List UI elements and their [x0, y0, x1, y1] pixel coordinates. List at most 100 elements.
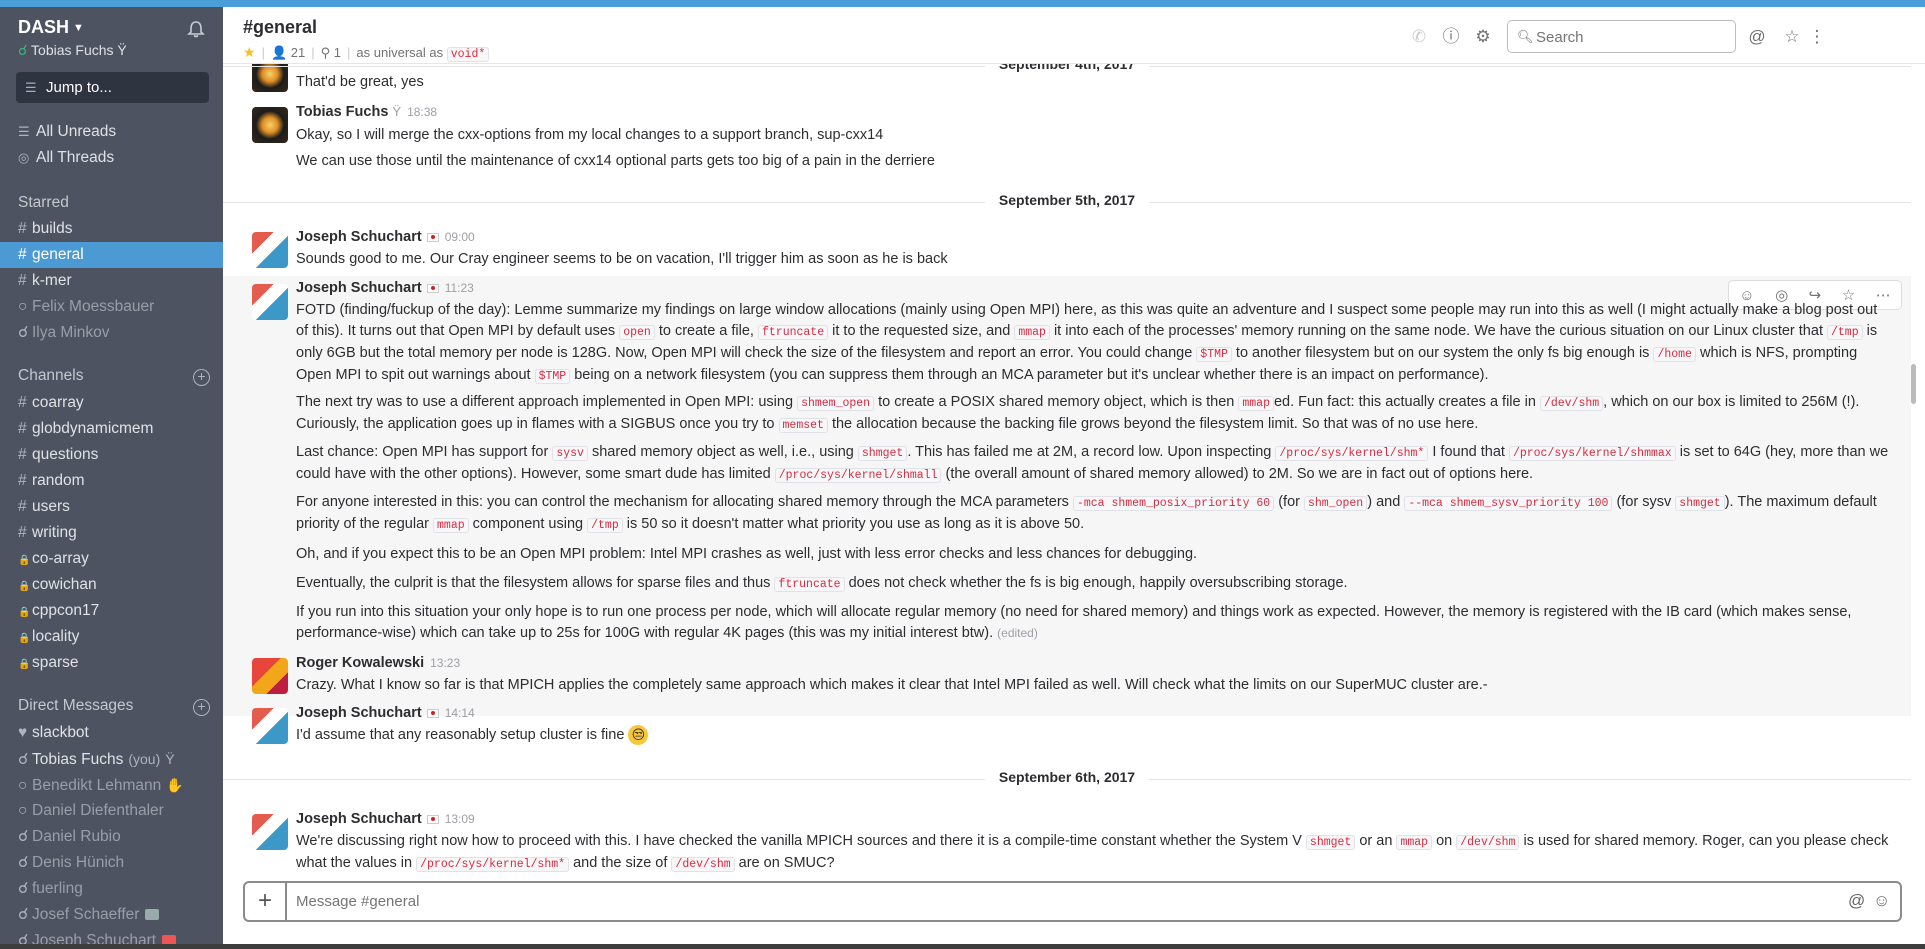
- pin-icon[interactable]: ⚲: [321, 45, 331, 60]
- channels-header[interactable]: Channels: [18, 367, 84, 385]
- message-header: Joseph Schuchart 11:23: [296, 280, 474, 296]
- info-icon[interactable]: ⓘ: [1441, 27, 1461, 47]
- window-bottom-bar: [0, 944, 1925, 949]
- avatar[interactable]: [252, 284, 288, 320]
- avatar[interactable]: [252, 232, 288, 268]
- sidebar-item-daniel-rubio[interactable]: ☌ Daniel Rubio: [0, 824, 223, 850]
- sidebar-item-random[interactable]: # random: [0, 468, 223, 494]
- sidebar-item-felix-moessbauer[interactable]: ○ Felix Moessbauer: [0, 294, 223, 320]
- avatar[interactable]: [252, 107, 288, 143]
- attach-plus-button[interactable]: +: [245, 883, 287, 920]
- sender-name[interactable]: Joseph Schuchart: [296, 280, 422, 296]
- nav-all-threads[interactable]: ◎ All Threads: [18, 149, 114, 167]
- message-text: We're discussing right now how to procee…: [296, 833, 1889, 872]
- current-user[interactable]: ☌ Tobias Fuchs Ÿ: [18, 42, 127, 59]
- team-name-menu[interactable]: DASH ▼: [18, 17, 84, 38]
- sidebar-item-benedikt-lehmann[interactable]: ○ Benedikt Lehmann ✋: [0, 772, 223, 798]
- sidebar-item-denis-hunich[interactable]: ☌ Denis Hünich: [0, 850, 223, 876]
- avatar[interactable]: [252, 708, 288, 744]
- flag-icon: [426, 283, 439, 293]
- notifications-bell-icon[interactable]: [186, 19, 206, 39]
- tool-icon: Ÿ: [117, 42, 127, 58]
- sidebar-item-locality[interactable]: 🔒locality: [0, 624, 223, 650]
- sidebar-item-slackbot[interactable]: ♥ slackbot: [0, 720, 223, 746]
- emoji-picker-icon[interactable]: ☺: [1873, 891, 1890, 911]
- timestamp[interactable]: 18:38: [407, 105, 437, 119]
- add-dm-button[interactable]: +: [193, 699, 210, 716]
- sidebar-item-tobias-fuchs[interactable]: ☌ Tobias Fuchs (you) Ÿ: [0, 746, 223, 772]
- mentions-icon[interactable]: @: [1747, 27, 1767, 47]
- message-input[interactable]: [296, 891, 1816, 911]
- message-header: Tobias Fuchs Ÿ 18:38: [296, 104, 437, 120]
- jump-search-icon: ☰: [25, 80, 37, 95]
- more-vertical-icon[interactable]: ⋮: [1807, 27, 1827, 47]
- message-paragraph: If you run into this situation your only…: [296, 604, 1852, 641]
- nav-all-unreads[interactable]: ☰ All Unreads: [18, 123, 116, 141]
- message-list[interactable]: September 4th, 2017 That'd be great, yes…: [223, 64, 1911, 876]
- sender-name[interactable]: Roger Kowalewski: [296, 655, 424, 671]
- sidebar-item-globdynamicmem[interactable]: # globdynamicmem: [0, 416, 223, 442]
- sidebar-item-daniel-diefenthaler[interactable]: ○ Daniel Diefenthaler: [0, 798, 223, 824]
- unamused-face-emoji[interactable]: 😒: [628, 725, 649, 746]
- sidebar-item-co-array[interactable]: 🔒co-array: [0, 546, 223, 572]
- sender-name[interactable]: Joseph Schuchart: [296, 705, 422, 721]
- message-text: Sounds good to me. Our Cray engineer see…: [296, 251, 948, 267]
- member-count[interactable]: 21: [291, 45, 305, 60]
- sender-name[interactable]: Joseph Schuchart: [296, 811, 422, 827]
- sidebar-item-builds[interactable]: # builds: [0, 216, 223, 242]
- flag-icon: [426, 708, 439, 718]
- starred-items-icon[interactable]: ☆: [1782, 27, 1802, 47]
- message-paragraph: Last chance: Open MPI has support for sy…: [296, 444, 1889, 483]
- chevron-down-icon: ▼: [73, 22, 84, 34]
- tool-icon: Ÿ: [165, 751, 175, 767]
- timestamp[interactable]: 13:09: [445, 812, 475, 826]
- add-channel-button[interactable]: +: [193, 369, 210, 386]
- message-text: Okay, so I will merge the cxx-options fr…: [296, 127, 884, 143]
- sidebar-item-k-mer[interactable]: # k-mer: [0, 268, 223, 294]
- message-composer: + @ ☺: [243, 881, 1902, 922]
- timestamp[interactable]: 11:23: [445, 281, 474, 295]
- sender-name[interactable]: Joseph Schuchart: [296, 229, 422, 245]
- timestamp[interactable]: 14:14: [445, 706, 475, 720]
- sender-name[interactable]: Tobias Fuchs: [296, 104, 388, 120]
- channel-topic[interactable]: as universal as: [356, 45, 443, 60]
- message: Joseph Schuchart 13:09 We're discussing r…: [223, 808, 1911, 876]
- pin-count[interactable]: 1: [334, 45, 341, 60]
- sidebar-item-general[interactable]: # general: [0, 242, 223, 268]
- members-icon[interactable]: 👤: [271, 45, 287, 60]
- timestamp[interactable]: 09:00: [445, 230, 475, 244]
- window-top-bar: [0, 0, 1925, 7]
- timestamp[interactable]: 13:23: [430, 656, 460, 670]
- avatar[interactable]: [252, 658, 288, 694]
- message-scrollbar[interactable]: [1911, 364, 1916, 404]
- date-divider: September 6th, 2017: [223, 769, 1911, 789]
- sidebar-item-users[interactable]: # users: [0, 494, 223, 520]
- sidebar-item-cppcon17[interactable]: 🔒cppcon17: [0, 598, 223, 624]
- sidebar-item-coarray[interactable]: # coarray: [0, 390, 223, 416]
- unreads-icon: ☰: [18, 124, 30, 139]
- message-highlighted: ☺ ◎ ↪ ☆ ⋯ Joseph Schuchart 11:23 FOTD (fi…: [223, 276, 1911, 716]
- message: Tobias Fuchs Ÿ 18:38 Okay, so I will merge…: [223, 100, 1911, 169]
- direct-messages-header[interactable]: Direct Messages: [18, 697, 133, 715]
- gear-icon[interactable]: ⚙: [1473, 27, 1493, 47]
- channel-title[interactable]: #general: [243, 17, 317, 38]
- phone-icon[interactable]: ✆: [1409, 27, 1429, 47]
- mention-icon[interactable]: @: [1848, 891, 1865, 911]
- sidebar-item-sparse[interactable]: 🔒sparse: [0, 650, 223, 676]
- search-input[interactable]: [1536, 27, 1726, 47]
- sidebar-item-writing[interactable]: # writing: [0, 520, 223, 546]
- sidebar-item-questions[interactable]: # questions: [0, 442, 223, 468]
- threads-icon: ◎: [18, 150, 30, 165]
- jump-to-button[interactable]: ☰ Jump to...: [16, 72, 209, 103]
- sidebar-item-ilya-minkov[interactable]: ☌ Ilya Minkov: [0, 320, 223, 346]
- message-paragraph: The next try was to use a different appr…: [296, 394, 1860, 433]
- channel-header: #general ★ | 👤 21 | ⚲ 1 | as universal as void…: [223, 7, 1925, 64]
- avatar[interactable]: [252, 814, 288, 850]
- message-paragraph: Eventually, the culprit is that the file…: [296, 575, 1348, 592]
- sidebar-item-fuerling[interactable]: ☌ fuerling: [0, 876, 223, 902]
- search-box[interactable]: 🔍︎: [1507, 20, 1736, 53]
- message-header: Joseph Schuchart 13:09: [296, 811, 475, 827]
- sidebar-item-cowichan[interactable]: 🔒cowichan: [0, 572, 223, 598]
- sidebar-item-josef-schaeffer[interactable]: ☌ Josef Schaeffer: [0, 902, 223, 928]
- star-icon[interactable]: ★: [243, 44, 256, 60]
